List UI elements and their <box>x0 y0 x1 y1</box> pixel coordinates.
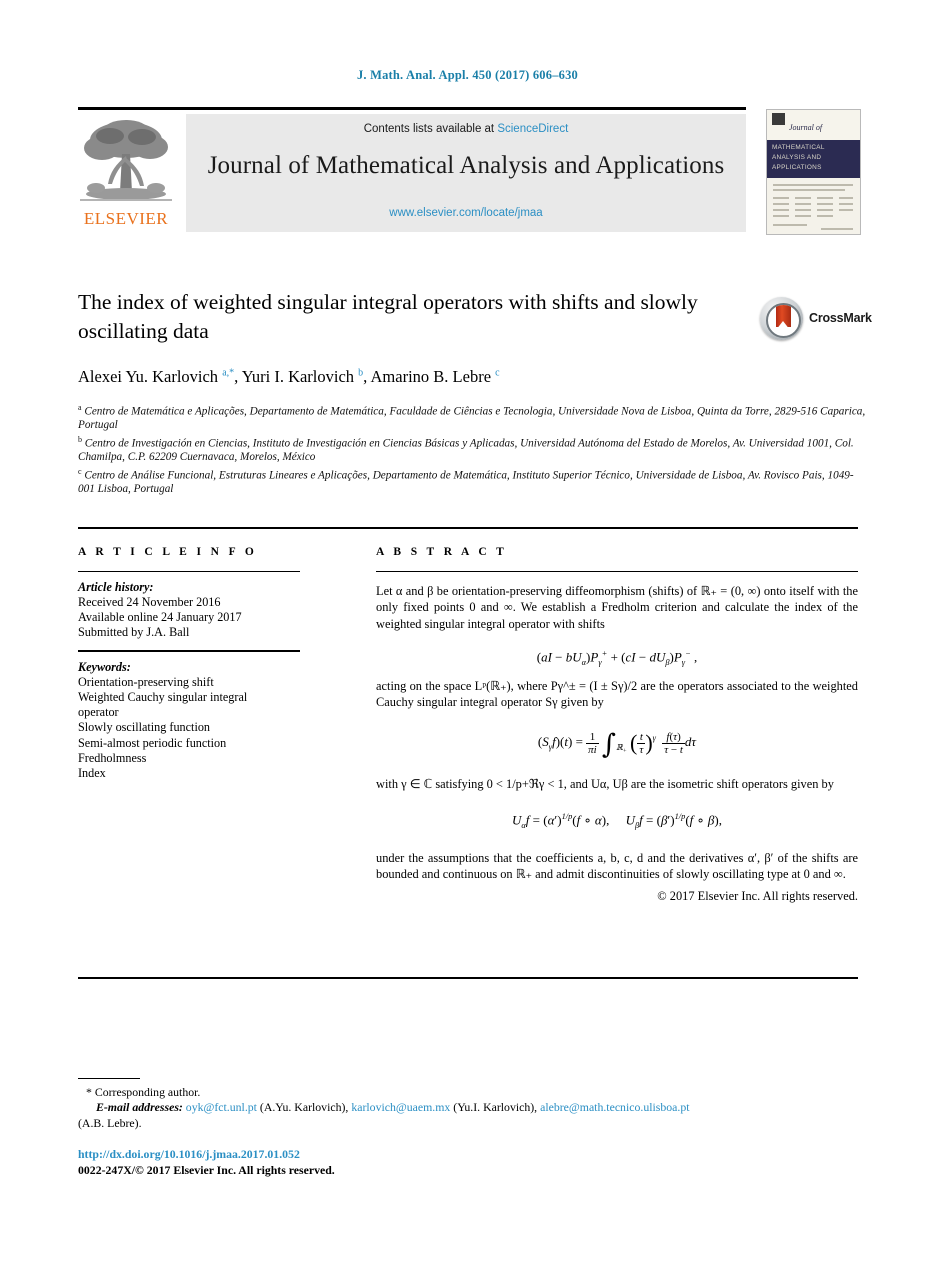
article-history-available: Available online 24 January 2017 <box>78 610 242 625</box>
section-bottom-rule <box>78 977 858 979</box>
page-title: The index of weighted singular integral … <box>78 290 698 343</box>
journal-title: Journal of Mathematical Analysis and App… <box>207 152 725 179</box>
author-list: Alexei Yu. Karlovich a,*, Yuri I. Karlov… <box>78 367 500 386</box>
abstract-copyright: © 2017 Elsevier Inc. All rights reserved… <box>657 888 858 903</box>
cover-top-strip: Journal of <box>767 110 860 140</box>
email-addresses-note: E-mail addresses: oyk@fct.unl.pt (A.Yu. … <box>78 1100 868 1115</box>
keyword-item: Slowly oscillating function <box>78 720 211 735</box>
article-history-received: Received 24 November 2016 <box>78 595 221 610</box>
article-info-rule-2 <box>78 650 300 652</box>
email-link-1[interactable]: oyk@fct.unl.pt <box>186 1100 257 1114</box>
article-info-heading: A R T I C L E I N F O <box>78 546 258 558</box>
affiliation-a: a Centro de Matemática e Aplicações, Dep… <box>78 403 866 432</box>
contents-available-line: Contents lists available at ScienceDirec… <box>186 123 746 135</box>
email-name-2: (Yu.I. Karlovich), <box>453 1100 538 1115</box>
abstract-paragraph-2: acting on the space Lᵖ(ℝ₊), where Pγ^± =… <box>376 678 858 709</box>
keyword-item: Index <box>78 766 106 780</box>
sciencedirect-link[interactable]: ScienceDirect <box>497 123 568 135</box>
equation-operator: (aI − bUα)Pγ+ + (cI − dUβ)Pγ− , <box>536 648 698 667</box>
email-link-3[interactable]: alebre@math.tecnico.ulisboa.pt <box>540 1100 689 1114</box>
abstract-column: A B S T R A C T Let α and β be orientati… <box>376 546 858 904</box>
abstract-heading: A B S T R A C T <box>376 546 508 558</box>
footnote-block: * Corresponding author. E-mail addresses… <box>78 1085 868 1131</box>
keywords-label: Keywords: <box>78 659 131 674</box>
affiliation-list: a Centro de Matemática e Aplicações, Dep… <box>78 401 868 497</box>
journal-cover-thumbnail: Journal of MATHEMATICAL ANALYSIS AND APP… <box>766 109 861 235</box>
elsevier-logo: ELSEVIER <box>80 114 172 232</box>
crossmark-label: CrossMark <box>809 311 872 325</box>
article-history-submitted: Submitted by J.A. Ball <box>78 625 190 640</box>
running-head: J. Math. Anal. Appl. 450 (2017) 606–630 <box>356 68 578 82</box>
crossmark-inner-icon <box>766 303 801 338</box>
doi-link[interactable]: http://dx.doi.org/10.1016/j.jmaa.2017.01… <box>78 1147 678 1163</box>
journal-url[interactable]: www.elsevier.com/locate/jmaa <box>186 207 746 219</box>
email-name-1: (A.Yu. Karlovich), <box>259 1100 349 1115</box>
keyword-item: operator <box>78 705 119 720</box>
keyword-item: Fredholmness <box>78 750 147 765</box>
masthead-top-rule <box>78 107 746 110</box>
journal-masthead: ELSEVIER Contents lists available at Sci… <box>78 107 861 235</box>
abstract-paragraph-4: under the assumptions that the coefficie… <box>376 851 858 882</box>
article-history-label: Article history: <box>78 580 154 595</box>
abstract-paragraph-1: Let α and β be orientation-preserving di… <box>376 584 858 631</box>
cover-elsevier-mark-icon <box>772 113 785 125</box>
paper-page: J. Math. Anal. Appl. 450 (2017) 606–630 <box>0 0 935 1266</box>
crossmark-circle-icon <box>760 297 803 340</box>
article-info-column: A R T I C L E I N F O Article history: R… <box>78 546 348 781</box>
affiliation-b: b Centro de Investigación en Ciencias, I… <box>78 434 854 464</box>
contents-prefix: Contents lists available at <box>363 123 498 135</box>
crossmark-badge[interactable]: CrossMark <box>760 297 872 341</box>
equation-shift-operators: Uαf = (α′)1/p(f ∘ α), Uβf = (β′)1/p(f ∘ … <box>511 812 722 831</box>
keyword-item: Weighted Cauchy singular integral <box>78 689 248 704</box>
keyword-item: Semi-almost periodic function <box>78 735 227 750</box>
corresponding-author-note: * Corresponding author. <box>86 1085 201 1099</box>
email-link-2[interactable]: karlovich@uaem.mx <box>351 1100 450 1114</box>
cover-contents-area <box>767 178 860 234</box>
section-top-rule <box>78 527 858 529</box>
footnote-rule <box>78 1078 140 1080</box>
title-block: The index of weighted singular integral … <box>78 288 738 346</box>
email-name-3-line: (A.B. Lebre). <box>78 1115 142 1130</box>
equation-cauchy-operator: (Sγf)(t) = 1 πi ∫ℝ+ (t τ)γ f(τ) τ − t dτ <box>537 729 697 761</box>
elsevier-wordmark: ELSEVIER <box>83 209 169 228</box>
issn-copyright: 0022-247X/© 2017 Elsevier Inc. All right… <box>78 1162 335 1177</box>
doi-block: http://dx.doi.org/10.1016/j.jmaa.2017.01… <box>78 1147 678 1178</box>
cover-journal-of-label: Journal of <box>789 123 823 132</box>
crossmark-notch-icon <box>776 321 790 330</box>
keyword-item: Orientation-preserving shift <box>78 674 214 689</box>
abstract-rule <box>376 571 858 573</box>
abstract-paragraph-3: with γ ∈ ℂ satisfying 0 < 1/p+ℜγ < 1, an… <box>376 777 834 792</box>
article-info-rule-1 <box>78 571 300 573</box>
affiliation-c: c Centro de Análise Funcional, Estrutura… <box>78 466 854 496</box>
cover-title-band: MATHEMATICAL ANALYSIS AND APPLICATIONS <box>767 140 860 178</box>
email-addresses-label: E-mail addresses: <box>96 1100 183 1115</box>
elsevier-tree-icon <box>80 114 172 206</box>
contents-panel: Contents lists available at ScienceDirec… <box>186 114 746 232</box>
